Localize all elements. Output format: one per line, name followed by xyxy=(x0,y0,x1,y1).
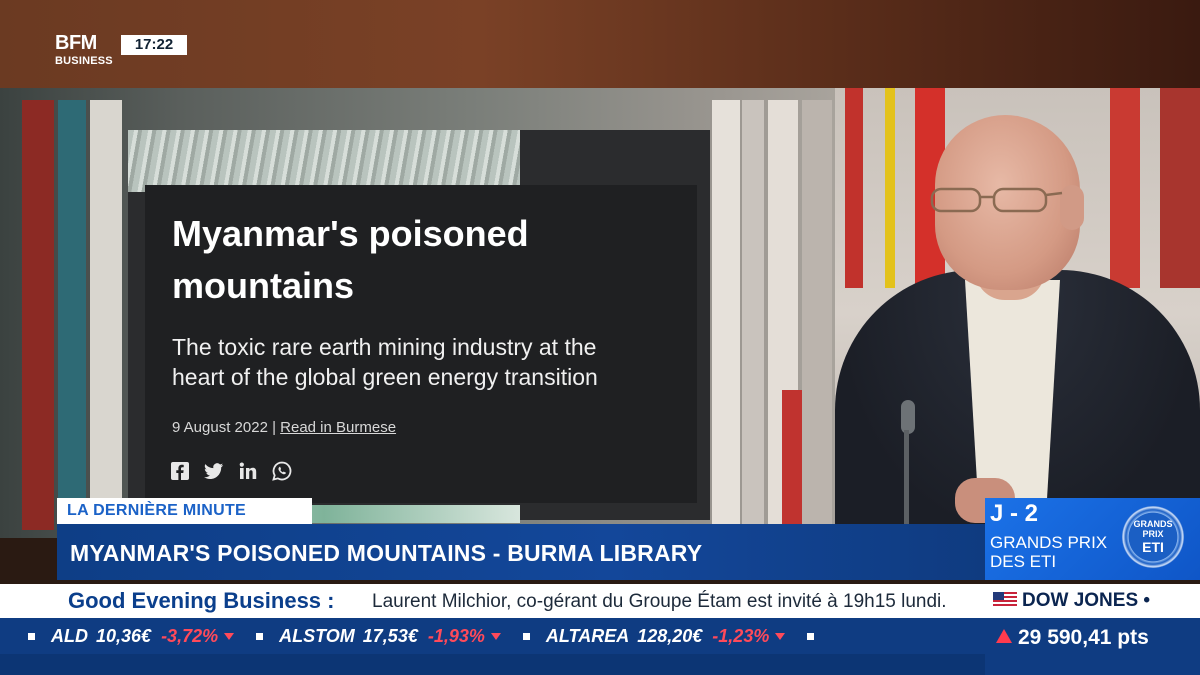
news-ticker-show: Good Evening Business : xyxy=(68,588,335,613)
down-arrow-icon xyxy=(224,632,235,640)
bookshelf-decoration xyxy=(1110,88,1140,288)
bookshelf-decoration xyxy=(742,100,764,530)
whatsapp-icon[interactable] xyxy=(272,461,292,481)
breaking-news-label: LA DERNIÈRE MINUTE xyxy=(67,502,247,519)
bookshelf-decoration xyxy=(782,390,804,530)
logo-line2: BUSINESS xyxy=(55,55,113,67)
badge-line: ETI xyxy=(1142,539,1164,555)
promo-title-line: DES ETI xyxy=(990,552,1057,571)
breaking-news-tag: LA DERNIÈRE MINUTE xyxy=(57,498,312,524)
ticker-bullet-icon xyxy=(522,632,530,640)
stock-item: ALSTOM 17,53€ -1,93% xyxy=(256,626,501,647)
bookshelf-decoration xyxy=(1160,88,1200,288)
twitter-icon[interactable] xyxy=(204,461,224,481)
stock-change: -1,93% xyxy=(427,625,485,646)
stock-value: 128,20€ xyxy=(637,625,703,646)
logo-line1: BFM xyxy=(55,32,97,54)
ticker-bullet-icon xyxy=(256,632,264,640)
on-air-clock: 17:22 xyxy=(121,35,187,55)
social-share-bar xyxy=(170,460,292,482)
ticker-bullet-icon xyxy=(28,632,35,640)
microphone-icon xyxy=(901,400,915,530)
trend-up-icon xyxy=(996,629,1012,643)
article-meta: 9 August 2022 | Read in Burmese xyxy=(172,419,396,436)
bookshelf-decoration xyxy=(802,100,832,530)
index-name-text: DOW JONES xyxy=(1022,590,1139,611)
article-subtitle-line: heart of the global green energy transit… xyxy=(172,364,598,390)
index-bullet: • xyxy=(1143,590,1151,611)
stock-name: ALD xyxy=(51,625,88,646)
read-in-burmese-link[interactable]: Read in Burmese xyxy=(280,419,396,436)
badge-line: GRANDS xyxy=(1133,519,1173,529)
stock-change: -3,72% xyxy=(161,625,219,646)
stock-item: ALTAREA 128,20€ -1,23% xyxy=(522,625,786,647)
us-flag-icon xyxy=(993,592,1017,608)
stock-value: 10,36€ xyxy=(96,625,152,646)
promo-countdown: J - 2 xyxy=(990,500,1039,527)
linkedin-icon[interactable] xyxy=(238,461,258,481)
down-arrow-icon xyxy=(490,632,501,640)
bookshelf-decoration xyxy=(22,100,54,530)
glasses-icon xyxy=(930,187,1063,213)
headline-text: MYANMAR'S POISONED MOUNTAINS - BURMA LIB… xyxy=(70,540,703,566)
stock-item: ALD 10,36€ -3,72% xyxy=(28,625,235,647)
stock-value: 17,53€ xyxy=(362,625,418,646)
down-arrow-icon xyxy=(775,632,786,640)
index-name: DOW JONES • xyxy=(1022,588,1150,614)
article-date: 9 August 2022 xyxy=(172,419,268,436)
bookshelf-decoration xyxy=(845,88,863,288)
badge-line: PRIX xyxy=(1142,529,1164,539)
article-title: Myanmar's poisoned mountains xyxy=(172,208,692,312)
bookshelf-decoration xyxy=(90,100,122,530)
stock-ticker-footer xyxy=(0,654,985,675)
index-value: 29 590,41 pts xyxy=(1018,626,1149,649)
stock-ticker: ALD 10,36€ -3,72% ALSTOM 17,53€ -1,93% A… xyxy=(0,623,852,649)
stock-name: ALSTOM xyxy=(279,625,355,646)
bookshelf-decoration xyxy=(58,100,86,530)
article-hero-image xyxy=(128,130,520,192)
stock-change: -1,23% xyxy=(712,625,770,646)
bookshelf-decoration xyxy=(712,100,740,530)
promo-badge-text: GRANDS PRIX ETI xyxy=(1122,519,1184,555)
guest-ear xyxy=(1060,185,1084,230)
promo-title-line: GRANDS PRIX xyxy=(990,533,1108,552)
article-title-line: mountains xyxy=(172,265,355,306)
article-subtitle-line: The toxic rare earth mining industry at … xyxy=(172,334,597,360)
ticker-bullet-icon xyxy=(807,632,815,640)
stock-name: ALTAREA xyxy=(545,625,630,646)
article-title-line: Myanmar's poisoned xyxy=(172,213,529,254)
bfm-business-logo: BFM BUSINESS xyxy=(55,33,121,75)
news-ticker-text: Laurent Milchior, co-gérant du Groupe Ét… xyxy=(372,591,947,612)
facebook-icon[interactable] xyxy=(170,461,190,481)
bookshelf-decoration xyxy=(885,88,895,288)
promo-title: GRANDS PRIX DES ETI xyxy=(990,533,1107,571)
stock-item xyxy=(807,632,830,640)
article-subtitle: The toxic rare earth mining industry at … xyxy=(172,332,692,392)
meta-separator: | xyxy=(267,419,281,436)
